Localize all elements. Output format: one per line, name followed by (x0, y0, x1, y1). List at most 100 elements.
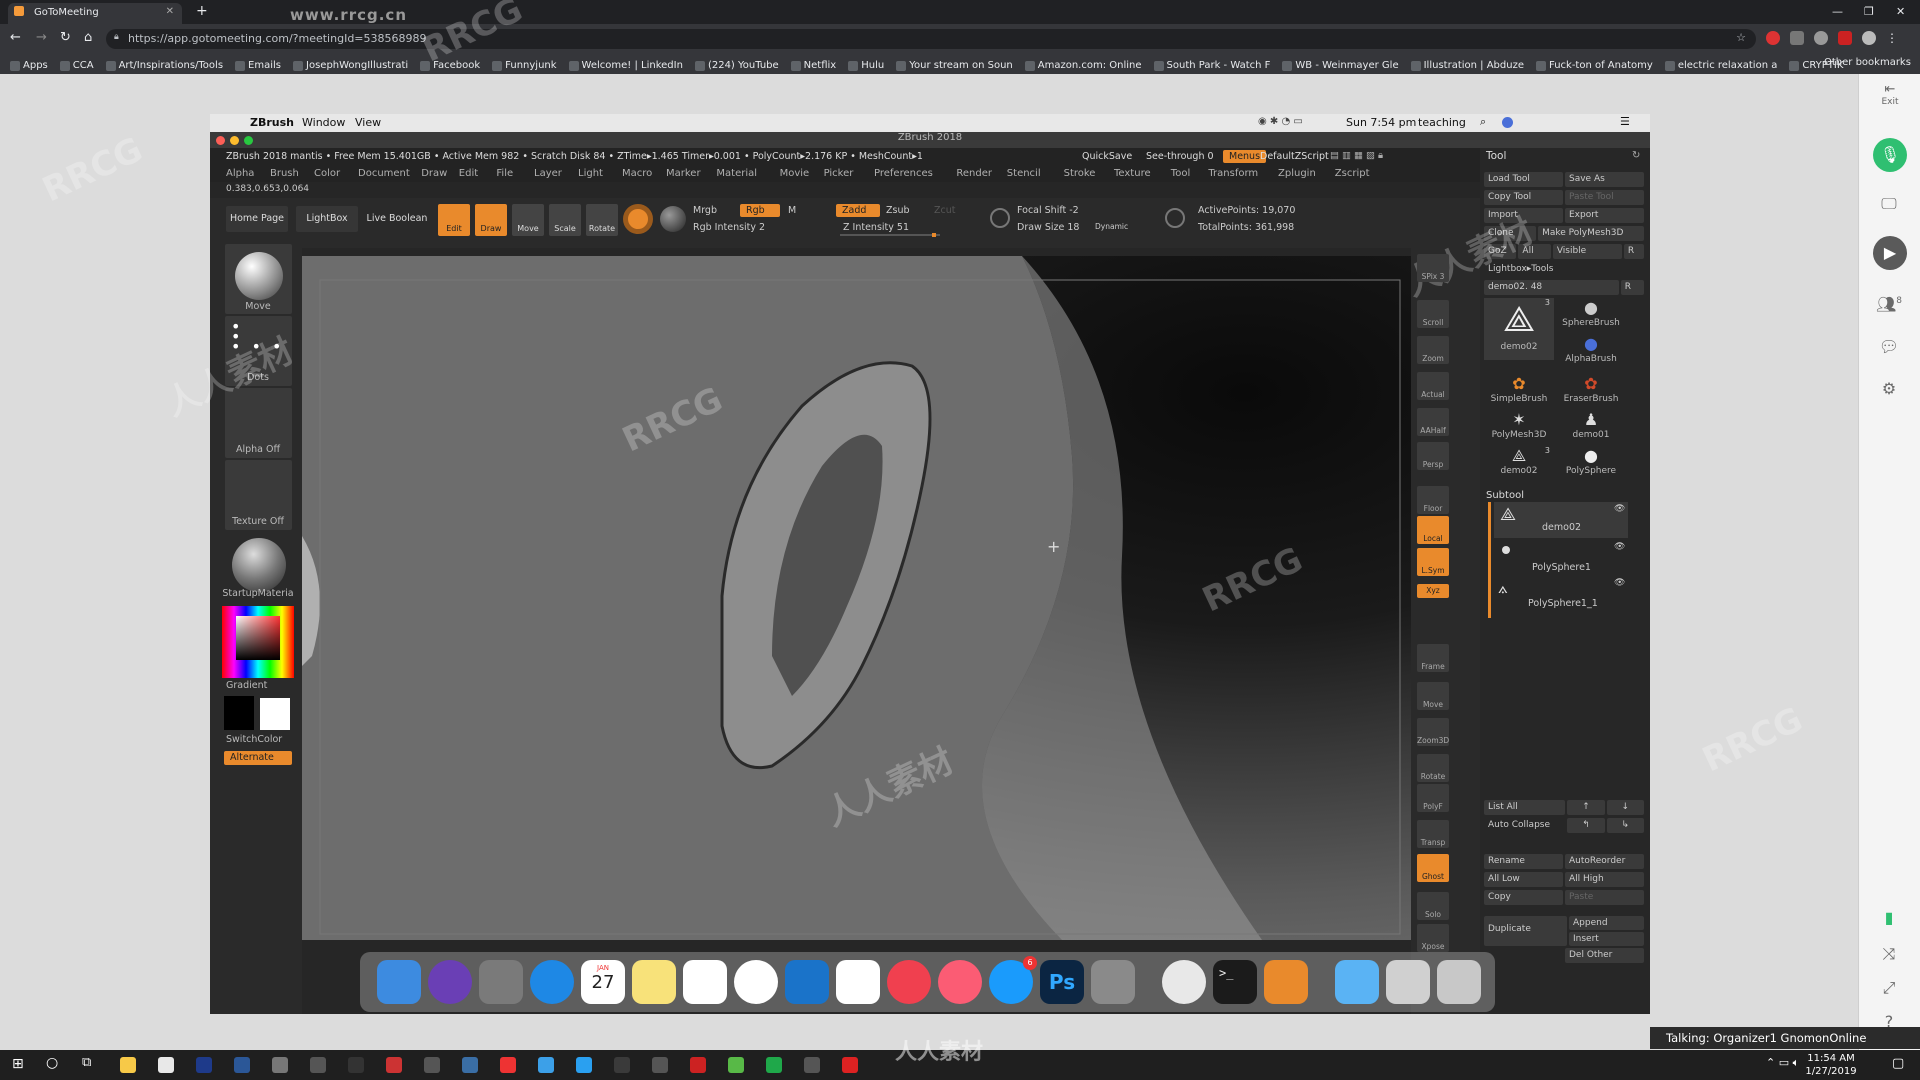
see-through-slider[interactable]: See-through 0 (1146, 151, 1214, 162)
system-preferences-icon[interactable] (1091, 960, 1135, 1004)
duplicate-button[interactable]: Duplicate (1484, 916, 1567, 946)
bookmark-item[interactable]: Funnyjunk (492, 57, 557, 74)
z-intensity-handle[interactable] (932, 233, 936, 237)
copy-tool-button[interactable]: Copy Tool (1484, 190, 1563, 205)
dynamic-button[interactable]: Dynamic (1095, 222, 1128, 231)
close-icon[interactable]: ✕ (166, 6, 174, 17)
collapse-up-icon[interactable]: ↰ (1567, 818, 1605, 833)
eye-icon[interactable]: 👁︎ (1614, 542, 1625, 552)
right-shelf-frame[interactable]: Frame (1417, 644, 1449, 672)
notification-icon[interactable]: ☰ (1620, 115, 1630, 128)
taskbar-app-icon[interactable] (196, 1057, 212, 1073)
focal-shift-slider[interactable]: Focal Shift -2 (1017, 205, 1079, 216)
tool-thumb-item[interactable]: ♟ demo01 (1556, 410, 1626, 444)
right-shelf-solo[interactable]: Solo (1417, 892, 1449, 920)
zbrush-menu-edit[interactable]: Edit (459, 168, 478, 179)
documents-icon[interactable] (1386, 960, 1430, 1004)
microphone-button[interactable]: 🎙︎ (1873, 138, 1907, 172)
draw-button[interactable]: Draw (475, 204, 507, 236)
right-shelf-zoom[interactable]: Zoom (1417, 336, 1449, 364)
settings-icon[interactable]: ⚙ (1870, 375, 1908, 403)
right-shelf-scroll[interactable]: Scroll (1417, 300, 1449, 328)
datetime[interactable]: Sun 7:54 pm (1346, 116, 1416, 129)
color-picker[interactable] (222, 606, 294, 678)
system-clock[interactable]: 11:54 AM 1/27/2019 (1796, 1052, 1866, 1078)
bookmark-item[interactable]: Illustration | Abduze (1410, 57, 1524, 74)
m-button[interactable]: M (788, 205, 796, 216)
arrow-down-icon[interactable]: ↓ (1606, 800, 1644, 815)
quicksave-button[interactable]: QuickSave (1082, 151, 1132, 162)
bookmark-item[interactable]: electric relaxation a (1664, 57, 1777, 74)
insert-button[interactable]: Insert (1569, 932, 1644, 946)
camera-button[interactable]: ▶ (1873, 236, 1907, 270)
extension-icon[interactable] (1766, 31, 1780, 45)
arrow-up-icon[interactable]: ↑ (1567, 800, 1605, 815)
rotate-button[interactable]: Rotate (586, 204, 618, 236)
color-square[interactable] (236, 616, 280, 660)
paste-tool-button[interactable]: Paste Tool (1565, 190, 1644, 205)
menu-view[interactable]: View (355, 116, 381, 129)
alternate-button[interactable]: Alternate (224, 751, 292, 765)
bookmark-item[interactable]: Facebook (420, 57, 480, 74)
right-shelf-transp[interactable]: Transp (1417, 820, 1449, 848)
r-button[interactable]: R (1620, 280, 1644, 295)
launchpad-icon[interactable] (479, 960, 523, 1004)
right-shelf-move[interactable]: Move (1417, 682, 1449, 710)
taskbar-app-icon[interactable] (158, 1057, 174, 1073)
all-button[interactable]: All (1518, 244, 1551, 259)
appstore-icon[interactable]: 6 (989, 956, 1037, 1004)
move-button[interactable]: Move (512, 204, 544, 236)
home-icon[interactable]: ⌂ (84, 30, 92, 45)
chrome-icon[interactable] (1162, 960, 1206, 1004)
forward-icon[interactable]: → (36, 30, 47, 45)
restore-icon[interactable]: ❐ (1864, 5, 1874, 18)
bookmark-item[interactable]: Emails (235, 57, 281, 74)
address-bar[interactable]: 🔒︎ https://app.gotomeeting.com/?meetingI… (106, 29, 1756, 49)
right-shelf-persp[interactable]: Persp (1417, 442, 1449, 470)
safari-icon[interactable] (530, 960, 574, 1004)
zbrush-menu-render[interactable]: Render (956, 168, 992, 179)
zbrush-menu-stroke[interactable]: Stroke (1064, 168, 1096, 179)
append-button[interactable]: Append (1569, 916, 1644, 930)
zbrush-menu-light[interactable]: Light (578, 168, 603, 179)
star-icon[interactable]: ☆ (1736, 31, 1746, 44)
tool-thumb-item[interactable]: ✿ EraserBrush (1556, 374, 1626, 408)
taskbar-app-icon[interactable] (386, 1057, 402, 1073)
refresh-icon[interactable]: ↻ (1632, 150, 1640, 161)
right-shelf-l-sym[interactable]: L.Sym (1417, 548, 1449, 576)
subtool-row[interactable]: ⟑ PolySphere1_1 👁︎ (1494, 576, 1628, 612)
paste-button[interactable]: Paste (1565, 890, 1644, 905)
zoom-dot[interactable] (244, 136, 253, 145)
default-zscript-button[interactable]: DefaultZScript (1260, 151, 1329, 162)
reminders-icon[interactable] (683, 960, 727, 1004)
search-icon[interactable]: ○ (46, 1055, 58, 1071)
zbrush-menu-texture[interactable]: Texture (1114, 168, 1151, 179)
exit-button[interactable]: ⇤ Exit (1876, 82, 1904, 107)
zbrush-menu-material[interactable]: Material (716, 168, 757, 179)
extension-icon[interactable] (1790, 31, 1804, 45)
terminal-icon[interactable]: >_ (1213, 960, 1257, 1004)
clone-button[interactable]: Clone (1484, 226, 1537, 241)
bookmark-item[interactable]: Welcome! | LinkedIn (568, 57, 683, 74)
folder-icon[interactable] (1335, 960, 1379, 1004)
material-sphere-icon[interactable] (623, 204, 653, 234)
zbrush-menu-stencil[interactable]: Stencil (1007, 168, 1041, 179)
fullscreen-icon[interactable]: ⤢ (1870, 974, 1908, 1002)
photoshop-icon[interactable]: Ps (1040, 960, 1084, 1004)
right-shelf-ghost[interactable]: Ghost (1417, 854, 1449, 882)
secondary-color-swatch[interactable] (260, 698, 290, 730)
tool-thumb-item[interactable]: ● SphereBrush (1556, 298, 1626, 332)
zcut-button[interactable]: Zcut (934, 205, 955, 216)
draw-size-slider[interactable]: Draw Size 18 (1017, 222, 1079, 233)
zbrush-menu-picker[interactable]: Picker (824, 168, 854, 179)
auto-reorder-button[interactable]: AutoReorder (1565, 854, 1644, 869)
right-shelf-spix-3[interactable]: SPix 3 (1417, 254, 1449, 282)
r-button[interactable]: R (1623, 244, 1645, 259)
taskbar-app-icon[interactable] (766, 1057, 782, 1073)
bookmark-item[interactable]: South Park - Watch F (1153, 57, 1270, 74)
attendees-icon[interactable]: 👥︎8 (1870, 287, 1908, 315)
siri-icon[interactable] (428, 960, 472, 1004)
task-view-icon[interactable]: ⧉ (82, 1055, 91, 1070)
right-shelf-floor[interactable]: Floor (1417, 486, 1449, 514)
taskbar-app-icon[interactable] (272, 1057, 288, 1073)
